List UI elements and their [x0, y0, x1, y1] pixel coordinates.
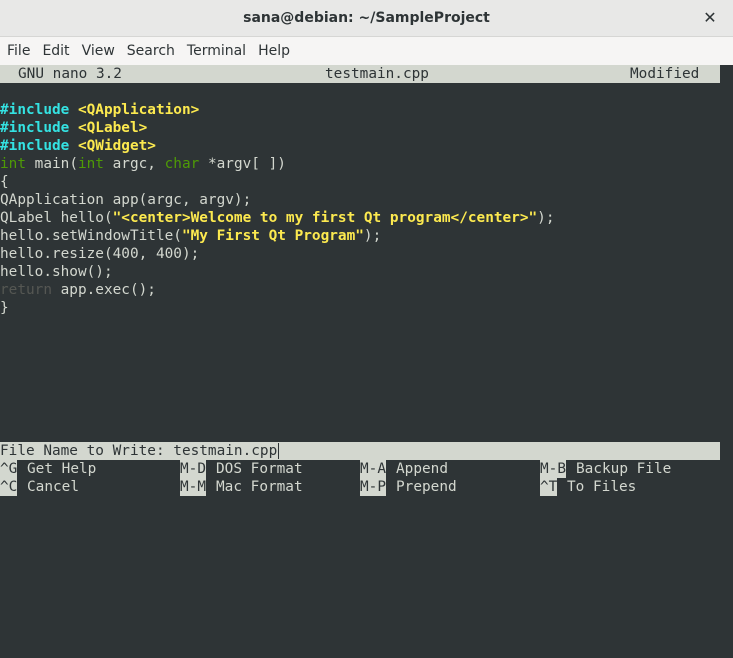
shortcut-key[interactable]: M-P [360, 478, 386, 496]
include-header: <QWidget> [77, 138, 156, 154]
nano-header: GNU nano 3.2 testmain.cpp Modified [0, 65, 720, 83]
nano-version: GNU nano 3.2 [18, 66, 122, 82]
code-line-12: } [0, 300, 9, 316]
menu-view[interactable]: View [75, 37, 115, 65]
string-literal: "My First Qt Program" [181, 228, 364, 244]
text-cursor [278, 443, 280, 459]
code-text: app.exec(); [51, 282, 156, 298]
nano-status: Modified [630, 66, 700, 82]
code-text: ); [363, 228, 382, 244]
nano-filename: testmain.cpp [325, 66, 429, 82]
shortcut-label[interactable]: DOS Format [216, 460, 303, 478]
code-line-6: QApplication app(argc, argv); [0, 192, 252, 208]
code-text: *argv[ ]) [199, 156, 286, 172]
filename-input[interactable]: testmain.cpp [173, 443, 277, 459]
code-line-1: #include <QApplication> [0, 101, 199, 119]
menu-search[interactable]: Search [120, 37, 175, 65]
title-bar[interactable]: sana@debian: ~/SampleProject ✕ [0, 0, 733, 37]
shortcut-label[interactable]: Append [396, 460, 448, 478]
terminal-area[interactable]: GNU nano 3.2 testmain.cpp Modified #incl… [0, 65, 733, 498]
menu-help[interactable]: Help [251, 37, 290, 65]
window-title: sana@debian: ~/SampleProject [243, 10, 490, 26]
include-keyword: #include [0, 138, 70, 154]
shortcut-label[interactable]: Mac Format [216, 478, 303, 496]
string-literal: "<center>Welcome to my first Qt program<… [112, 210, 538, 226]
terminal-scrollbar[interactable] [720, 65, 733, 498]
code-text: argc, [103, 156, 165, 172]
code-text: main( [26, 156, 78, 172]
code-line-9: hello.resize(400, 400); [0, 246, 200, 262]
type-keyword: int [0, 156, 26, 172]
code-line-11: return app.exec(); [0, 281, 156, 299]
shortcut-label[interactable]: Get Help [27, 460, 96, 478]
menu-bar: File Edit View Search Terminal Help [0, 37, 733, 66]
code-line-7: QLabel hello("<center>Welcome to my firs… [0, 209, 555, 227]
shortcut-key[interactable]: ^C [0, 478, 18, 496]
shortcut-key[interactable]: M-D [180, 460, 206, 478]
shortcut-key[interactable]: M-A [360, 460, 386, 478]
shortcut-key[interactable]: ^T [540, 478, 558, 496]
code-line-3: #include <QWidget> [0, 137, 156, 155]
include-header: <QApplication> [77, 102, 200, 118]
shortcut-key[interactable]: ^G [0, 460, 18, 478]
include-keyword: #include [0, 120, 70, 136]
shortcut-row-1: ^G Get Help M-D DOS Format M-A Append M-… [0, 460, 720, 478]
include-header: <QLabel> [77, 120, 148, 136]
shortcut-key[interactable]: M-B [540, 460, 566, 478]
code-line-4: int main(int argc, char *argv[ ]) [0, 155, 286, 173]
shortcut-label[interactable]: Prepend [396, 478, 457, 496]
menu-terminal[interactable]: Terminal [180, 37, 246, 65]
code-text: hello.setWindowTitle( [0, 228, 182, 244]
code-line-8: hello.setWindowTitle("My First Qt Progra… [0, 227, 381, 245]
code-text: ); [537, 210, 555, 226]
prompt-label: File Name to Write: [0, 443, 174, 459]
code-line-10: hello.show(); [0, 264, 113, 280]
shortcut-label[interactable]: Cancel [27, 478, 79, 496]
terminal-window: sana@debian: ~/SampleProject ✕ File Edit… [0, 0, 733, 498]
code-line-2: #include <QLabel> [0, 119, 147, 137]
code-line-5: { [0, 174, 9, 190]
type-keyword: int [77, 156, 104, 172]
code-text: QLabel hello( [0, 210, 113, 226]
include-keyword: #include [0, 102, 70, 118]
shortcut-key[interactable]: M-M [180, 478, 206, 496]
menu-edit[interactable]: Edit [35, 37, 69, 65]
close-icon[interactable]: ✕ [697, 5, 723, 31]
shortcut-label[interactable]: To Files [567, 478, 636, 496]
return-keyword: return [0, 282, 52, 298]
menu-file[interactable]: File [0, 37, 30, 65]
filename-prompt[interactable]: File Name to Write: testmain.cpp [0, 442, 720, 460]
shortcut-label[interactable]: Backup File [576, 460, 671, 478]
shortcut-row-2: ^C Cancel M-M Mac Format M-P Prepend ^T … [0, 478, 720, 496]
type-keyword: char [164, 156, 200, 172]
